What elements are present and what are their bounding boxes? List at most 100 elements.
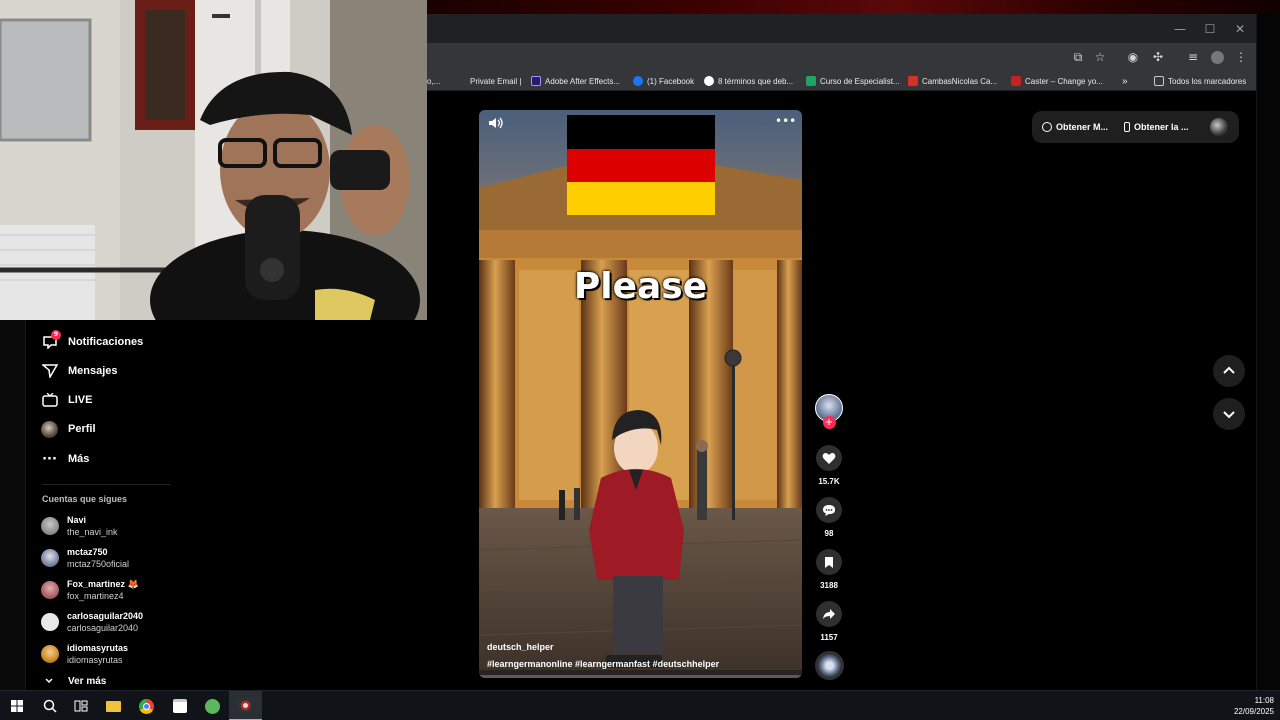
video-player[interactable]: Please ••• deutsch_helper #learngermanon… xyxy=(479,110,802,678)
following-item[interactable]: Navi the_navi_ink xyxy=(41,514,118,538)
more-dots-icon: ··· xyxy=(42,451,57,467)
previous-video-button[interactable] xyxy=(1213,355,1245,387)
system-clock[interactable]: 11:08 22/09/2025 xyxy=(1234,695,1274,717)
sidebar-item-profile[interactable]: Perfil xyxy=(41,418,96,440)
like-button[interactable] xyxy=(816,445,842,471)
facebook-icon xyxy=(633,76,643,86)
next-video-button[interactable] xyxy=(1213,398,1245,430)
taskbar-file-explorer[interactable] xyxy=(97,691,130,720)
bookmark-item[interactable]: CambasNicolas Ca... xyxy=(908,74,997,88)
share-button[interactable] xyxy=(816,601,842,627)
user-avatar[interactable] xyxy=(1210,118,1228,136)
webcam-overlay xyxy=(0,0,427,320)
maximize-icon[interactable]: ☐ xyxy=(1195,14,1225,43)
avatar xyxy=(41,549,59,567)
store-icon xyxy=(172,699,187,713)
taskbar-search-button[interactable] xyxy=(33,691,66,720)
bookmark-item[interactable]: o,... xyxy=(427,74,440,88)
avatar xyxy=(41,517,59,535)
sidebar-item-notifications[interactable]: 9 Notificaciones xyxy=(41,329,143,353)
get-app-bar: Obtener M... Obtener la ... xyxy=(1032,111,1239,143)
comment-count: 98 xyxy=(824,529,834,538)
share-action[interactable]: 1157 xyxy=(816,601,842,642)
profile-avatar-icon[interactable] xyxy=(1206,43,1228,71)
task-view-button[interactable] xyxy=(64,691,97,720)
background-strip xyxy=(427,0,1280,14)
bookmark-icon xyxy=(825,556,833,568)
avatar xyxy=(41,581,59,599)
following-item[interactable]: idiomasyrutas idiomasyrutas xyxy=(41,642,128,666)
follow-plus-icon[interactable]: + xyxy=(822,416,836,429)
share-count: 1157 xyxy=(820,633,838,642)
comment-button[interactable] xyxy=(816,497,842,523)
taskbar-chrome[interactable] xyxy=(130,691,163,720)
screen: { "browser": { "bookmarks": [ {"label": … xyxy=(0,0,1280,720)
video-username[interactable]: deutsch_helper xyxy=(487,642,554,652)
divider xyxy=(42,484,170,485)
share-arrow-icon xyxy=(823,609,835,619)
sidebar-item-messages[interactable]: Mensajes xyxy=(41,360,118,382)
like-action[interactable]: 15.7K xyxy=(816,445,842,486)
media-control-icon[interactable]: ≡ xyxy=(1182,43,1204,71)
paper-plane-icon xyxy=(41,363,58,380)
task-view-icon xyxy=(74,700,87,712)
sound-disc-icon[interactable] xyxy=(815,651,844,680)
extension-circle-icon[interactable]: ◉ xyxy=(1122,43,1144,71)
bookmark-item[interactable]: Curso de Especialist... xyxy=(806,74,900,88)
folder-icon xyxy=(106,700,121,712)
minimize-icon[interactable]: — xyxy=(1165,14,1195,43)
chevron-up-icon xyxy=(1223,366,1235,374)
close-icon[interactable]: ✕ xyxy=(1225,14,1255,43)
get-app-button[interactable]: Obtener M... xyxy=(1042,111,1108,143)
sidebar-item-more[interactable]: ··· Más xyxy=(41,448,89,470)
creator-avatar-group[interactable]: + xyxy=(815,394,843,429)
save-action[interactable]: 3188 xyxy=(816,549,842,590)
more-bookmarks-icon[interactable]: » xyxy=(1122,74,1128,88)
phone-icon xyxy=(1124,122,1130,132)
save-button[interactable] xyxy=(816,549,842,575)
install-app-icon[interactable]: ⧉ xyxy=(1067,43,1089,71)
comment-action[interactable]: 98 xyxy=(816,497,842,538)
following-section-title: Cuentas que sigues xyxy=(42,494,128,504)
video-hashtags[interactable]: #learngermanonline #learngermanfast #deu… xyxy=(487,659,719,669)
sidebar-edge xyxy=(0,320,26,690)
avatar xyxy=(41,613,59,631)
bookmark-star-icon[interactable]: ☆ xyxy=(1089,43,1111,71)
following-item[interactable]: mctaz750 mctaz750oficial xyxy=(41,546,129,570)
course-icon xyxy=(806,76,816,86)
canvas-icon xyxy=(908,76,918,86)
following-item[interactable]: carlosaguilar2040 carlosaguilar2040 xyxy=(41,610,143,634)
save-count: 3188 xyxy=(820,581,838,590)
globe-icon xyxy=(704,76,714,86)
utorrent-icon xyxy=(205,698,220,714)
heart-icon xyxy=(822,452,836,464)
get-mobile-app-button[interactable]: Obtener la ... xyxy=(1124,111,1189,143)
bookmark-item[interactable]: Private Email | xyxy=(461,74,521,88)
webcam-feed xyxy=(0,0,427,320)
bookmark-item[interactable]: (1) Facebook xyxy=(633,74,694,88)
notification-badge: 9 xyxy=(51,329,61,340)
see-more-button[interactable]: Ver más xyxy=(44,674,106,688)
taskbar-store[interactable] xyxy=(163,691,196,720)
taskbar-utorrent[interactable] xyxy=(196,691,229,720)
sidebar-item-live[interactable]: LIVE xyxy=(41,389,92,411)
bookmark-item[interactable]: 8 términos que deb... xyxy=(704,74,793,88)
following-item[interactable]: Fox_martinez 🦊 fox_martinez4 xyxy=(41,578,139,602)
like-count: 15.7K xyxy=(818,477,840,486)
more-options-icon[interactable]: ••• xyxy=(775,114,796,128)
bookmark-item[interactable]: Caster – Change yo... xyxy=(1011,74,1103,88)
folder-icon xyxy=(1154,76,1164,86)
overlay-caption: Please xyxy=(573,266,708,307)
bookmark-item[interactable]: Adobe After Effects... xyxy=(531,74,620,88)
extensions-puzzle-icon[interactable]: ✣ xyxy=(1147,43,1169,71)
taskbar-obs[interactable] xyxy=(229,691,262,720)
video-progress-bar[interactable] xyxy=(479,675,802,678)
all-bookmarks-folder[interactable]: Todos los marcadores xyxy=(1154,74,1246,88)
browser-toolbar: ⧉ ☆ ◉ ✣ ≡ ⋮ xyxy=(427,43,1256,71)
windows-start-button[interactable] xyxy=(0,691,33,720)
menu-kebab-icon[interactable]: ⋮ xyxy=(1230,43,1252,71)
volume-icon[interactable] xyxy=(487,116,505,130)
chevron-down-icon xyxy=(45,678,53,684)
avatar-icon xyxy=(41,420,58,438)
link-icon xyxy=(1042,122,1052,132)
